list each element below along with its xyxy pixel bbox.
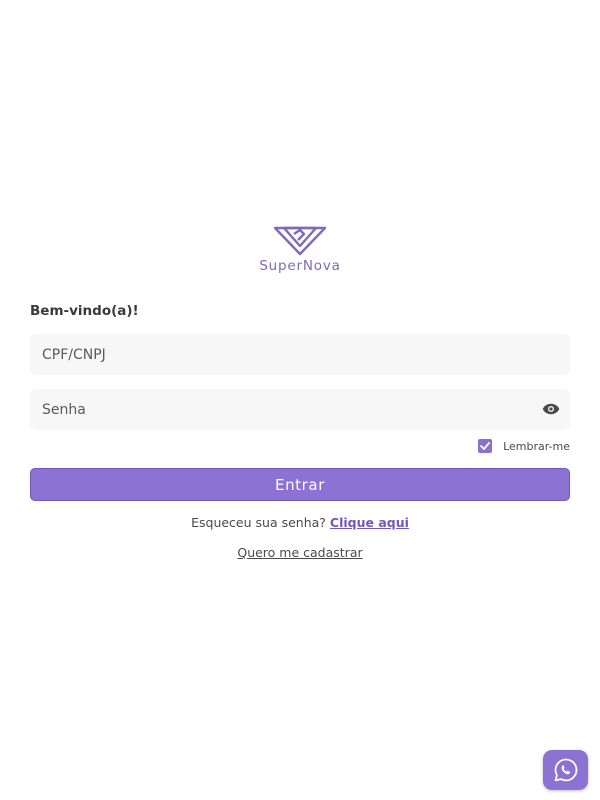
brand-name: SuperNova bbox=[259, 258, 341, 274]
support-button[interactable] bbox=[543, 750, 588, 790]
remember-me[interactable]: Lembrar-me bbox=[478, 438, 570, 454]
forgot-text: Esqueceu sua senha? bbox=[191, 515, 326, 530]
password-input[interactable] bbox=[30, 389, 570, 430]
login-button[interactable]: Entrar bbox=[30, 468, 570, 501]
password-field bbox=[30, 389, 570, 430]
eye-icon[interactable] bbox=[542, 402, 560, 416]
cpf-input[interactable] bbox=[30, 334, 570, 375]
register-link[interactable]: Quero me cadastrar bbox=[237, 545, 362, 560]
remember-checkbox[interactable] bbox=[478, 439, 493, 453]
welcome-heading: Bem-vindo(a)! bbox=[30, 303, 139, 319]
phone-chat-icon bbox=[554, 758, 577, 782]
forgot-password: Esqueceu sua senha? Clique aqui bbox=[0, 515, 600, 530]
register: Quero me cadastrar bbox=[0, 545, 600, 560]
login-page: SuperNova Bem-vindo(a)! Lembrar-me Entra… bbox=[0, 0, 600, 800]
forgot-password-link[interactable]: Clique aqui bbox=[330, 515, 409, 530]
brand-logo: SuperNova bbox=[0, 224, 600, 274]
diamond-icon bbox=[273, 226, 327, 256]
checkmark-icon bbox=[480, 442, 490, 450]
cpf-field bbox=[30, 334, 570, 375]
remember-label: Lembrar-me bbox=[503, 439, 570, 453]
